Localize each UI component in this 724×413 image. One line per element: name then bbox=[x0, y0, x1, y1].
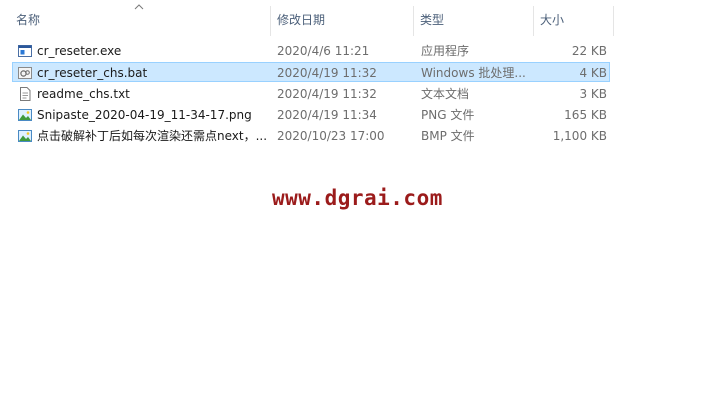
file-row-selected[interactable]: cr_reseter_chs.bat 2020/4/19 11:32 Windo… bbox=[12, 62, 610, 82]
column-header-date-label: 修改日期 bbox=[277, 12, 326, 27]
file-size: 4 KB bbox=[579, 66, 607, 80]
file-name: 点击破解补丁后如每次渲染还需点next，... bbox=[37, 129, 268, 143]
column-header-bar: 名称 修改日期 类型 大小 bbox=[0, 0, 724, 38]
file-size: 22 KB bbox=[571, 44, 607, 58]
file-type: 应用程序 bbox=[421, 44, 470, 58]
column-header-name-label: 名称 bbox=[16, 12, 41, 27]
watermark-text: www.dgrai.com bbox=[272, 186, 443, 210]
file-name: cr_reseter.exe bbox=[37, 44, 122, 58]
txt-icon bbox=[20, 87, 31, 101]
column-divider[interactable] bbox=[613, 6, 614, 36]
file-name: readme_chs.txt bbox=[37, 87, 130, 101]
file-date: 2020/4/19 11:34 bbox=[277, 108, 377, 122]
file-name: Snipaste_2020-04-19_11-34-17.png bbox=[37, 108, 252, 122]
file-size: 165 KB bbox=[564, 108, 607, 122]
file-type: Windows 批处理... bbox=[421, 66, 526, 80]
file-name: cr_reseter_chs.bat bbox=[37, 66, 148, 80]
file-type: BMP 文件 bbox=[421, 129, 475, 143]
file-row[interactable]: cr_reseter.exe 2020/4/6 11:21 应用程序 22 KB bbox=[12, 40, 610, 60]
column-header-type-label: 类型 bbox=[420, 12, 445, 27]
column-header-size[interactable]: 大小 bbox=[534, 0, 614, 38]
file-date: 2020/10/23 17:00 bbox=[277, 129, 385, 143]
file-date: 2020/4/6 11:21 bbox=[277, 44, 370, 58]
file-row[interactable]: Snipaste_2020-04-19_11-34-17.png 2020/4/… bbox=[12, 104, 610, 124]
file-date: 2020/4/19 11:32 bbox=[277, 66, 377, 80]
file-type: 文本文档 bbox=[421, 87, 470, 101]
file-size: 1,100 KB bbox=[552, 129, 607, 143]
column-header-name[interactable]: 名称 bbox=[10, 0, 271, 38]
file-explorer: 名称 修改日期 类型 大小 cr_reseter.exe 2020/4/6 11… bbox=[0, 0, 724, 413]
column-header-date[interactable]: 修改日期 bbox=[271, 0, 414, 38]
file-date: 2020/4/19 11:32 bbox=[277, 87, 377, 101]
column-header-size-label: 大小 bbox=[540, 12, 565, 27]
file-size: 3 KB bbox=[579, 87, 607, 101]
file-type: PNG 文件 bbox=[421, 108, 475, 122]
file-row[interactable]: readme_chs.txt 2020/4/19 11:32 文本文档 3 KB bbox=[12, 83, 610, 103]
exe-icon bbox=[18, 45, 32, 57]
file-row[interactable]: 点击破解补丁后如每次渲染还需点next，... 2020/10/23 17:00… bbox=[12, 125, 610, 145]
column-header-type[interactable]: 类型 bbox=[414, 0, 534, 38]
bat-icon bbox=[18, 67, 32, 79]
image-icon bbox=[18, 130, 32, 142]
image-icon bbox=[18, 109, 32, 121]
